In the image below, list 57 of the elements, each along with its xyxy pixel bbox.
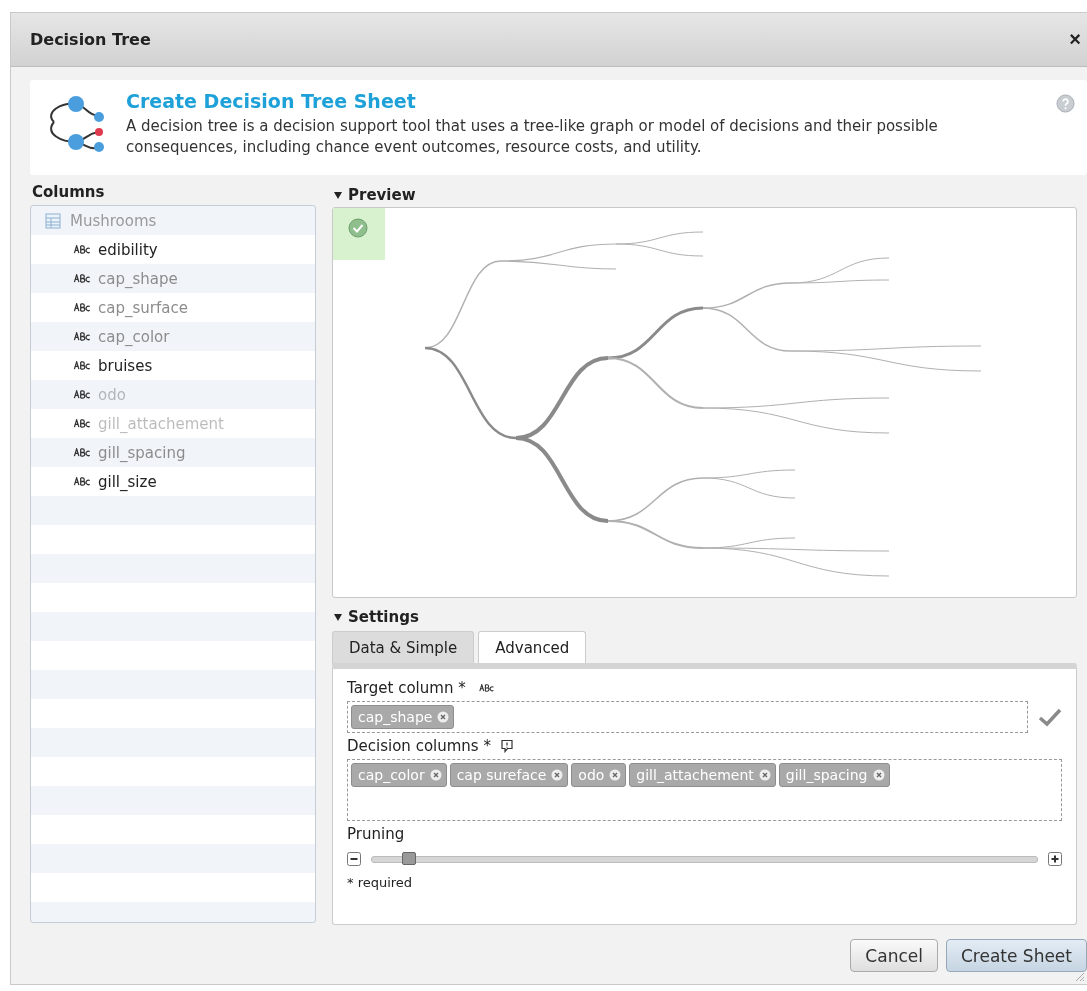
window-title: Decision Tree — [30, 30, 151, 49]
field-label: Target column * — [347, 679, 466, 697]
text-type-icon — [73, 390, 92, 399]
section-heading: Preview — [348, 186, 416, 204]
text-type-icon — [73, 419, 92, 428]
cancel-button[interactable]: Cancel — [850, 939, 938, 972]
remove-icon[interactable] — [758, 769, 771, 781]
field-label: Pruning — [347, 825, 405, 843]
resize-grip-icon[interactable] — [1073, 970, 1085, 982]
settings-tab[interactable]: Data & Simple — [332, 631, 475, 663]
column-tag[interactable]: gill_attachement — [629, 763, 776, 787]
header-title: Create Decision Tree Sheet — [126, 90, 417, 112]
text-type-icon — [73, 332, 92, 341]
decision-columns-field[interactable]: cap_color cap sureface odo gill_attachement gill_spacing — [347, 759, 1062, 821]
column-tag[interactable]: cap_shape — [351, 705, 455, 729]
remove-icon[interactable] — [437, 711, 450, 723]
settings-tab[interactable]: Advanced — [478, 631, 587, 663]
slider-thumb[interactable] — [401, 851, 416, 865]
minus-icon[interactable] — [347, 852, 361, 866]
column-tag[interactable]: gill_spacing — [778, 763, 890, 787]
column-item[interactable]: cap_color — [31, 322, 315, 351]
remove-icon[interactable] — [872, 769, 885, 781]
section-heading: Settings — [348, 608, 419, 626]
remove-icon[interactable] — [429, 769, 442, 781]
expand-icon[interactable] — [334, 191, 342, 199]
header-description: A decision tree is a decision support tool that uses a tree-like graph or model of decisions and their possible consequences, including chance event outcomes, resource costs, and utility. — [126, 116, 939, 158]
text-type-icon — [478, 684, 495, 692]
text-type-icon — [73, 274, 92, 283]
pruning-slider[interactable] — [371, 855, 1038, 863]
remove-icon[interactable] — [551, 769, 564, 781]
column-item[interactable]: edibility — [31, 235, 315, 264]
plus-icon[interactable] — [1048, 852, 1062, 866]
check-circle-icon — [348, 218, 368, 238]
required-note: * required — [347, 875, 414, 890]
column-tag[interactable]: cap sureface — [449, 763, 569, 787]
create-sheet-button[interactable]: Create Sheet — [945, 939, 1087, 972]
column-item[interactable]: cap_shape — [31, 264, 315, 293]
column-tag[interactable]: odo — [571, 763, 627, 787]
column-item[interactable]: cap_surface — [31, 293, 315, 322]
text-type-icon — [73, 361, 92, 370]
info-icon — [499, 739, 514, 753]
table-icon — [45, 212, 61, 229]
expand-icon[interactable] — [334, 613, 342, 621]
target-column-field[interactable]: cap_shape — [347, 701, 1028, 733]
field-label: Decision columns * — [347, 737, 491, 755]
column-item[interactable]: gill_spacing — [31, 438, 315, 467]
column-item[interactable]: gill_size — [31, 467, 315, 496]
column-tag[interactable]: cap_color — [351, 763, 447, 787]
table-item[interactable]: Mushrooms — [31, 206, 315, 235]
text-type-icon — [73, 245, 92, 254]
section-heading: Columns — [31, 183, 106, 203]
remove-icon[interactable] — [609, 769, 622, 781]
text-type-icon — [73, 303, 92, 312]
text-type-icon — [73, 477, 92, 486]
close-button[interactable]: × — [1063, 28, 1087, 51]
column-item[interactable]: bruises — [31, 351, 315, 380]
text-type-icon — [73, 448, 92, 457]
